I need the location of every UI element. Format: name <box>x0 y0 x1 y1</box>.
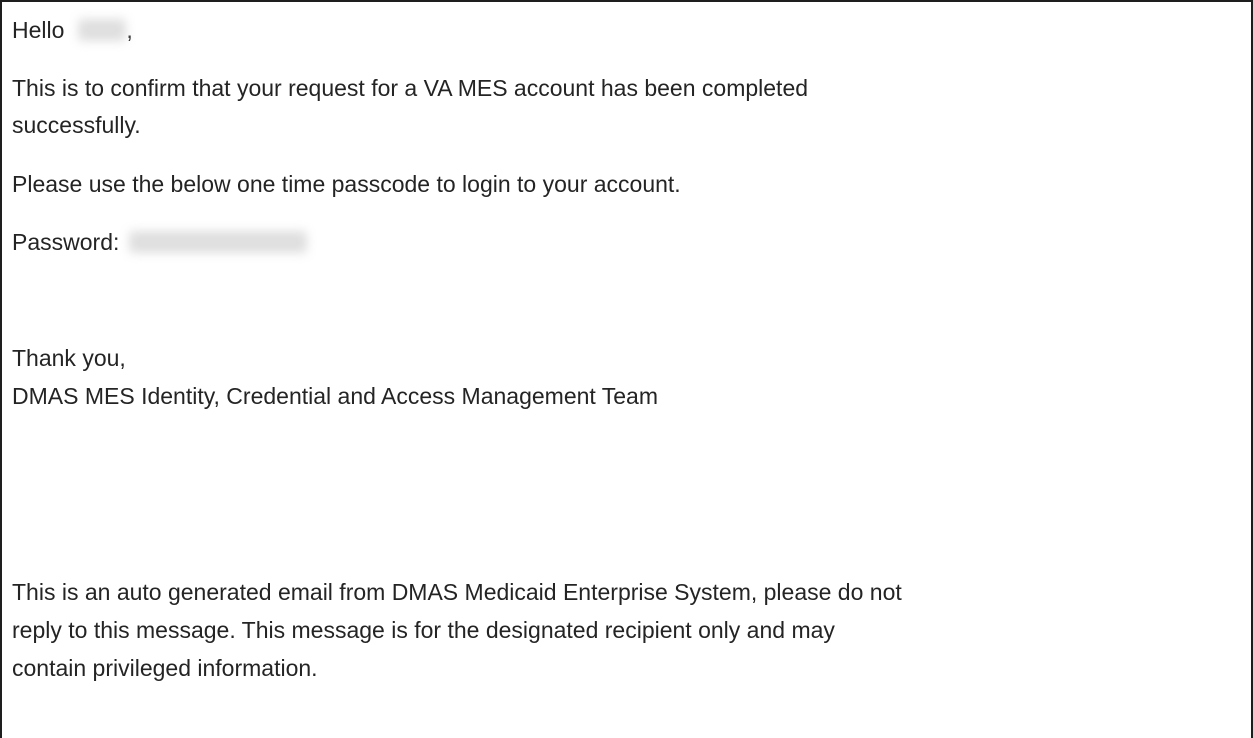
password-label: Password: <box>12 229 120 255</box>
confirmation-text-line-1: This is to confirm that your request for… <box>12 75 809 101</box>
greeting-line: Hello , <box>12 14 133 46</box>
greeting-word: Hello <box>12 17 65 43</box>
disclaimer-line-3: contain privileged information. <box>12 655 318 681</box>
redacted-password <box>129 231 308 253</box>
disclaimer-line-2: reply to this message. This message is f… <box>12 617 835 643</box>
signoff-text: Thank you, <box>12 345 126 371</box>
greeting-comma: , <box>126 17 133 43</box>
redacted-recipient-name <box>78 19 127 41</box>
confirmation-text-line-2: successfully. <box>12 112 141 138</box>
disclaimer-line-1: This is an auto generated email from DMA… <box>12 579 902 605</box>
email-body-panel: Hello , This is to confirm that your req… <box>0 0 1253 738</box>
password-line: Password: <box>12 226 308 258</box>
team-signature: DMAS MES Identity, Credential and Access… <box>12 383 659 409</box>
passcode-instruction: Please use the below one time passcode t… <box>12 171 681 197</box>
